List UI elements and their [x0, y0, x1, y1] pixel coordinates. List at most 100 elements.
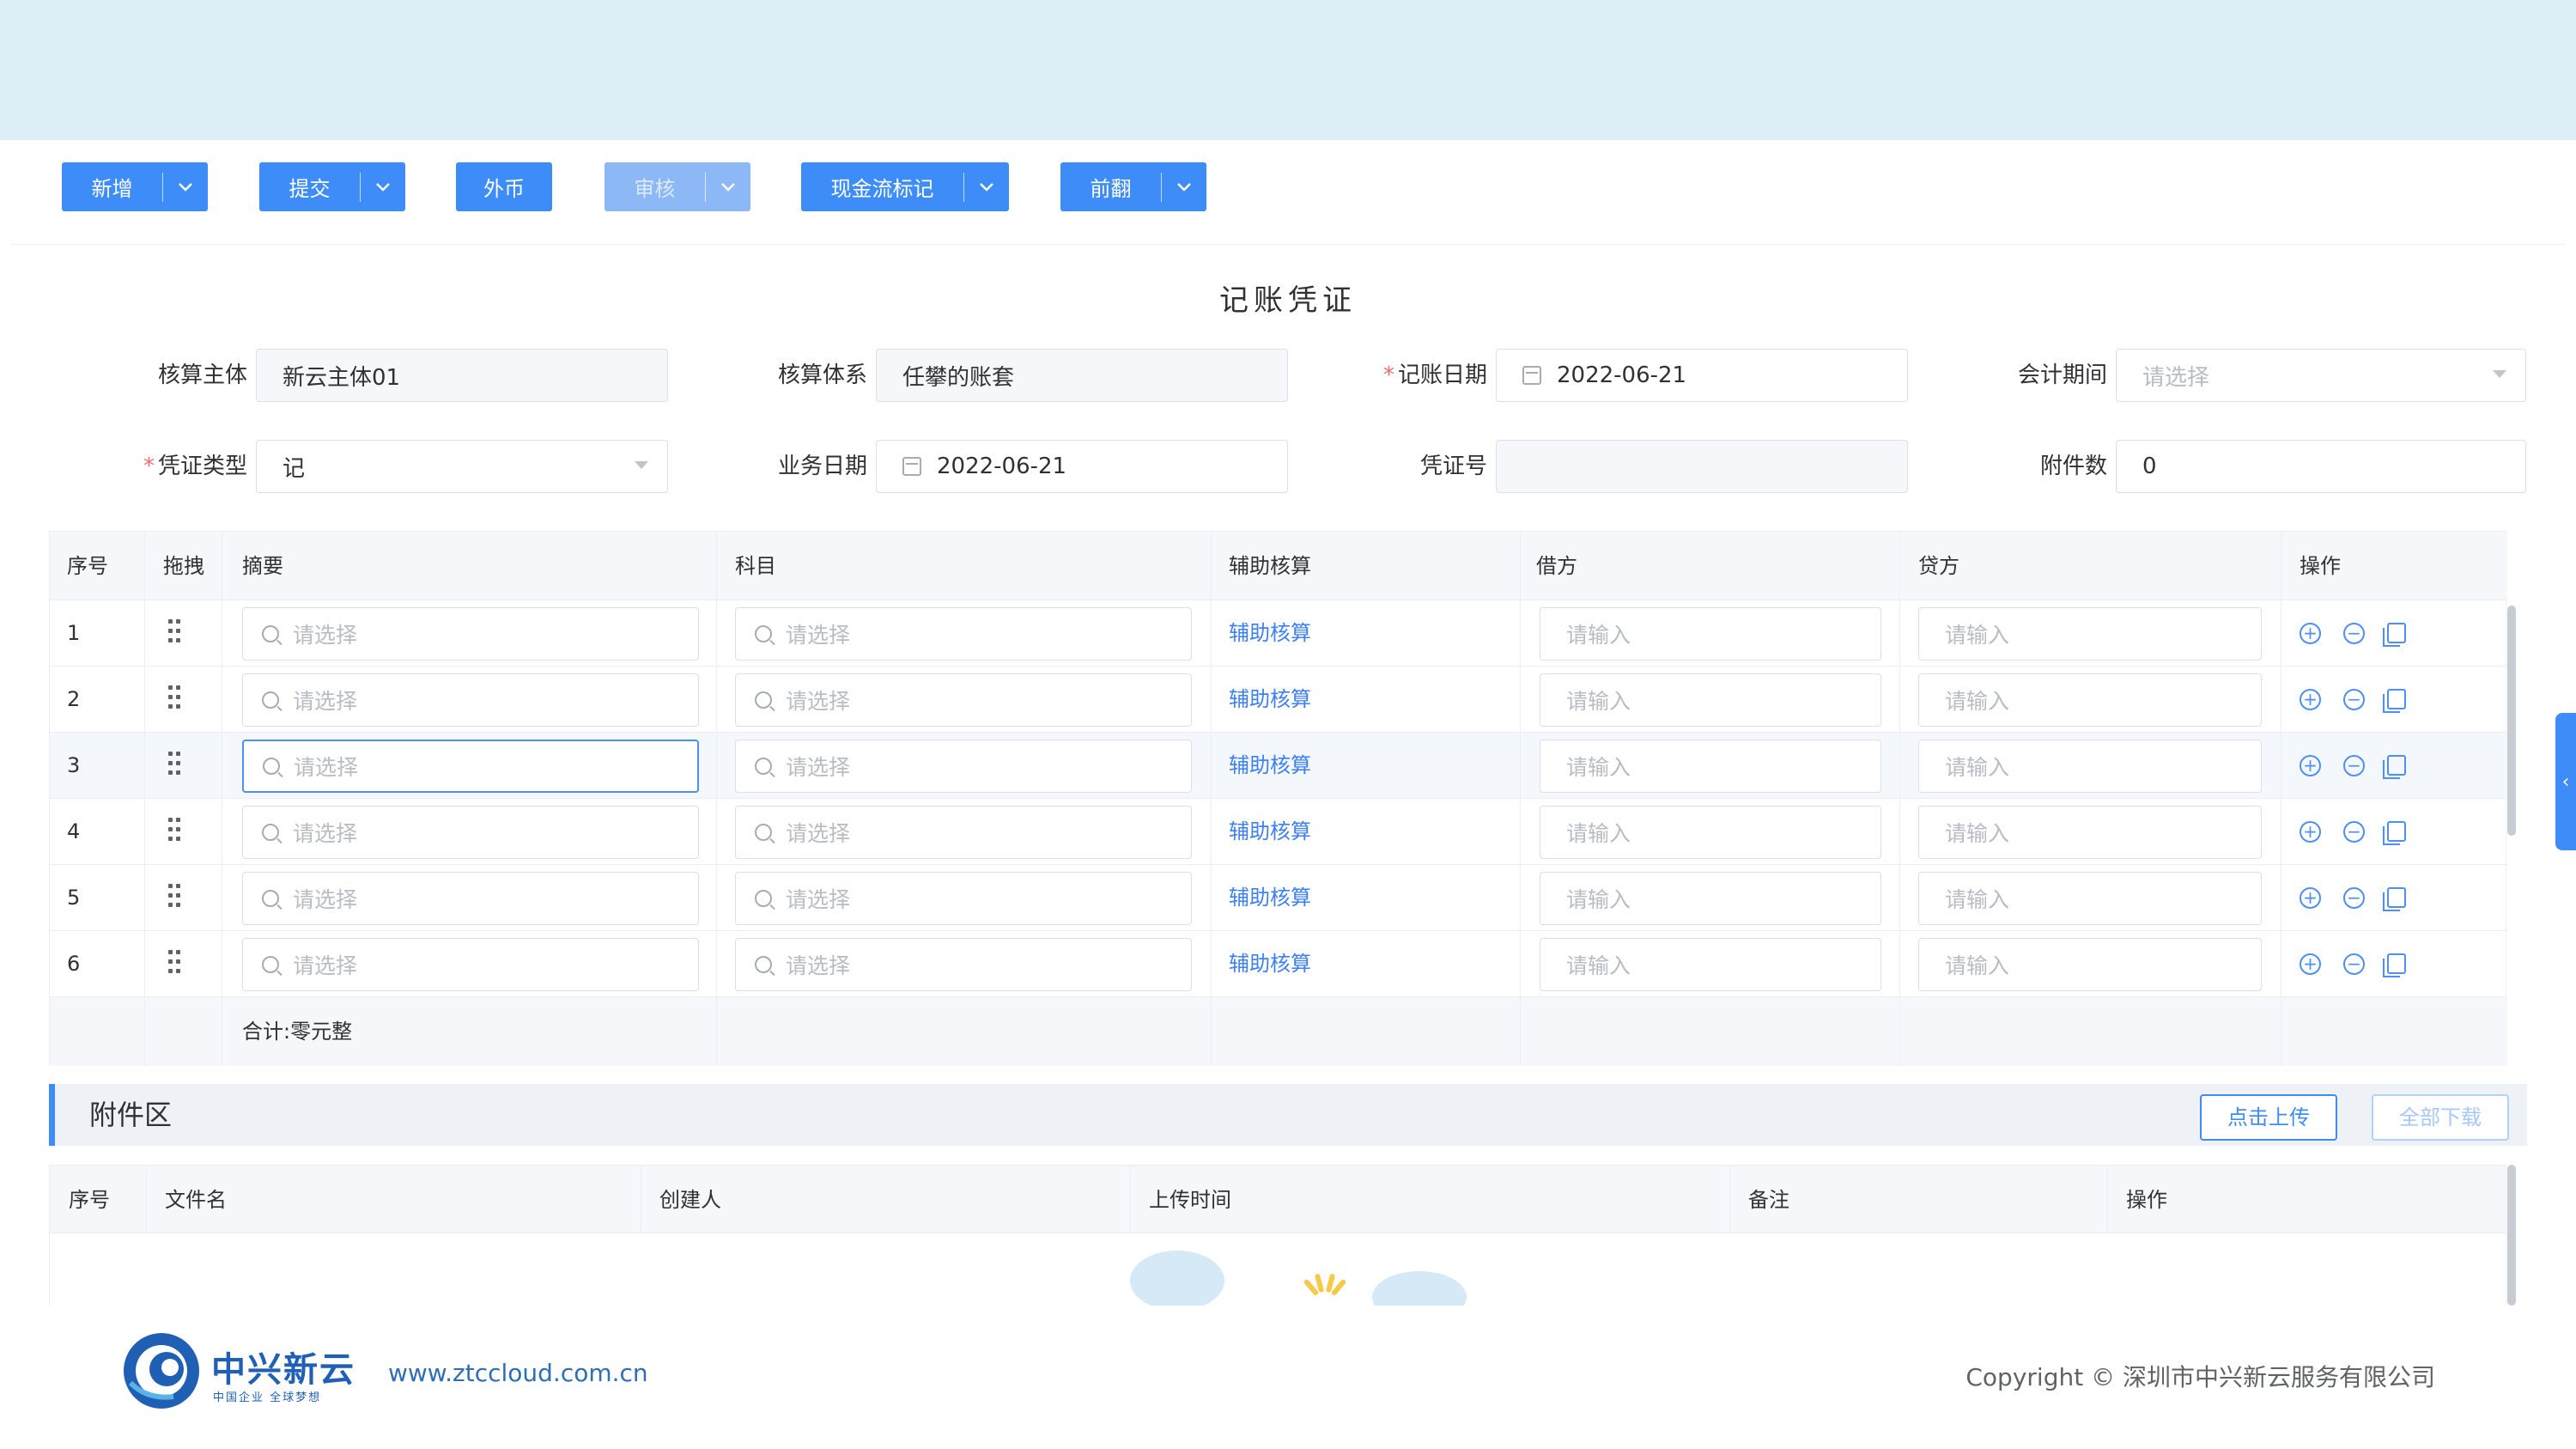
- attachment-count-label: 附件数: [2039, 454, 2107, 479]
- remove-row-icon[interactable]: −: [2343, 623, 2365, 644]
- att-header-ops: 操作: [2126, 1188, 2167, 1212]
- att-header-remark: 备注: [1748, 1188, 1789, 1212]
- voucher-no-field[interactable]: [1496, 440, 1908, 493]
- credit-input[interactable]: 请输入: [1918, 673, 2262, 727]
- foreign-currency-label: 外币: [483, 177, 525, 201]
- dropdown-arrow-icon: [2493, 370, 2506, 378]
- download-all-button[interactable]: 全部下载: [2372, 1094, 2509, 1141]
- copy-row-icon[interactable]: [2383, 755, 2406, 779]
- voucher-type-select[interactable]: 记: [256, 440, 668, 493]
- copy-row-icon[interactable]: [2383, 821, 2406, 845]
- toolbar: 新增 提交 外币 审核 现金流标记 前翻: [0, 140, 2576, 240]
- add-row-icon[interactable]: +: [2300, 623, 2321, 644]
- foreign-currency-button[interactable]: 外币: [456, 162, 552, 211]
- search-icon: [263, 758, 280, 775]
- aux-accounting-link[interactable]: 辅助核算: [1229, 733, 1311, 799]
- upload-button[interactable]: 点击上传: [2200, 1094, 2337, 1141]
- drag-handle-icon[interactable]: [168, 818, 180, 843]
- attachment-count-field[interactable]: 0: [2116, 440, 2526, 493]
- copy-row-icon[interactable]: [2383, 623, 2406, 647]
- header-summary: 摘要: [242, 554, 283, 578]
- debit-input[interactable]: 请输入: [1540, 740, 1881, 793]
- debit-input[interactable]: 请输入: [1540, 673, 1881, 727]
- summary-input[interactable]: 请选择: [242, 872, 699, 925]
- business-date-label: 业务日期: [777, 454, 867, 479]
- drag-handle-icon[interactable]: [168, 884, 180, 910]
- summary-input[interactable]: 请选择: [242, 740, 699, 793]
- summary-input[interactable]: 请选择: [242, 607, 699, 661]
- remove-row-icon[interactable]: −: [2343, 689, 2365, 710]
- add-row-icon[interactable]: +: [2300, 887, 2321, 909]
- remove-row-icon[interactable]: −: [2343, 821, 2365, 843]
- calendar-icon: [1522, 366, 1541, 385]
- att-header-no: 序号: [69, 1188, 110, 1212]
- posting-date-field[interactable]: 2022-06-21: [1496, 349, 1908, 402]
- dropdown-arrow-icon: [635, 461, 648, 469]
- attachment-scrollbar[interactable]: [2507, 1165, 2516, 1306]
- aux-accounting-link[interactable]: 辅助核算: [1229, 667, 1311, 733]
- aux-accounting-link[interactable]: 辅助核算: [1229, 799, 1311, 865]
- submit-button[interactable]: 提交: [259, 162, 405, 211]
- copy-row-icon[interactable]: [2383, 887, 2406, 911]
- chevron-down-icon[interactable]: [706, 162, 750, 211]
- credit-input[interactable]: 请输入: [1918, 872, 2262, 925]
- business-date-field[interactable]: 2022-06-21: [876, 440, 1288, 493]
- chevron-down-icon[interactable]: [163, 162, 208, 211]
- credit-input[interactable]: 请输入: [1918, 806, 2262, 859]
- account-input[interactable]: 请选择: [735, 607, 1192, 661]
- system-field[interactable]: 任攀的账套: [876, 349, 1288, 402]
- add-row-icon[interactable]: +: [2300, 755, 2321, 776]
- add-row-icon[interactable]: +: [2300, 821, 2321, 843]
- audit-button[interactable]: 审核: [605, 162, 750, 211]
- previous-page-button[interactable]: 前翻: [1060, 162, 1206, 211]
- drag-handle-icon[interactable]: [168, 685, 180, 711]
- copy-row-icon[interactable]: [2383, 953, 2406, 977]
- cash-flow-mark-button[interactable]: 现金流标记: [801, 162, 1009, 211]
- debit-input[interactable]: 请输入: [1540, 872, 1881, 925]
- drag-handle-icon[interactable]: [168, 752, 180, 777]
- previous-page-label: 前翻: [1090, 177, 1132, 201]
- chevron-down-icon[interactable]: [361, 162, 405, 211]
- account-input[interactable]: 请选择: [735, 740, 1192, 793]
- add-row-icon[interactable]: +: [2300, 689, 2321, 710]
- search-icon: [262, 824, 279, 841]
- account-input[interactable]: 请选择: [735, 872, 1192, 925]
- aux-accounting-link[interactable]: 辅助核算: [1229, 931, 1311, 997]
- side-panel-toggle[interactable]: ‹: [2555, 713, 2576, 850]
- add-button[interactable]: 新增: [62, 162, 208, 211]
- copy-row-icon[interactable]: [2383, 689, 2406, 713]
- summary-input[interactable]: 请选择: [242, 673, 699, 727]
- credit-input[interactable]: 请输入: [1918, 938, 2262, 991]
- credit-input[interactable]: 请输入: [1918, 607, 2262, 661]
- att-header-creator: 创建人: [659, 1188, 721, 1212]
- entries-scrollbar[interactable]: [2507, 606, 2516, 836]
- chevron-down-icon[interactable]: [964, 162, 1009, 211]
- debit-input[interactable]: 请输入: [1540, 806, 1881, 859]
- chevron-down-icon[interactable]: [1162, 162, 1206, 211]
- summary-input[interactable]: 请选择: [242, 806, 699, 859]
- account-input[interactable]: 请选择: [735, 938, 1192, 991]
- remove-row-icon[interactable]: −: [2343, 755, 2365, 776]
- aux-accounting-link[interactable]: 辅助核算: [1229, 600, 1311, 667]
- search-icon: [755, 956, 772, 973]
- header-account: 科目: [735, 554, 776, 578]
- account-input[interactable]: 请选择: [735, 806, 1192, 859]
- summary-input[interactable]: 请选择: [242, 938, 699, 991]
- add-row-icon[interactable]: +: [2300, 953, 2321, 975]
- period-select[interactable]: 请选择: [2116, 349, 2526, 402]
- add-button-label: 新增: [91, 177, 133, 201]
- debit-input[interactable]: 请输入: [1540, 938, 1881, 991]
- aux-accounting-link[interactable]: 辅助核算: [1229, 865, 1311, 931]
- entries-table: 序号 拖拽 摘要 科目 辅助核算 借方 贷方 操作 1 请选择 请选择 辅助核算…: [49, 531, 2507, 1066]
- account-input[interactable]: 请选择: [735, 673, 1192, 727]
- drag-handle-icon[interactable]: [168, 950, 180, 976]
- credit-input[interactable]: 请输入: [1918, 740, 2262, 793]
- website-link[interactable]: www.ztccloud.com.cn: [388, 1359, 648, 1387]
- drag-handle-icon[interactable]: [168, 619, 180, 645]
- header-no: 序号: [67, 554, 108, 578]
- header-drag: 拖拽: [163, 554, 204, 578]
- remove-row-icon[interactable]: −: [2343, 953, 2365, 975]
- debit-input[interactable]: 请输入: [1540, 607, 1881, 661]
- entity-field[interactable]: 新云主体01: [256, 349, 668, 402]
- remove-row-icon[interactable]: −: [2343, 887, 2365, 909]
